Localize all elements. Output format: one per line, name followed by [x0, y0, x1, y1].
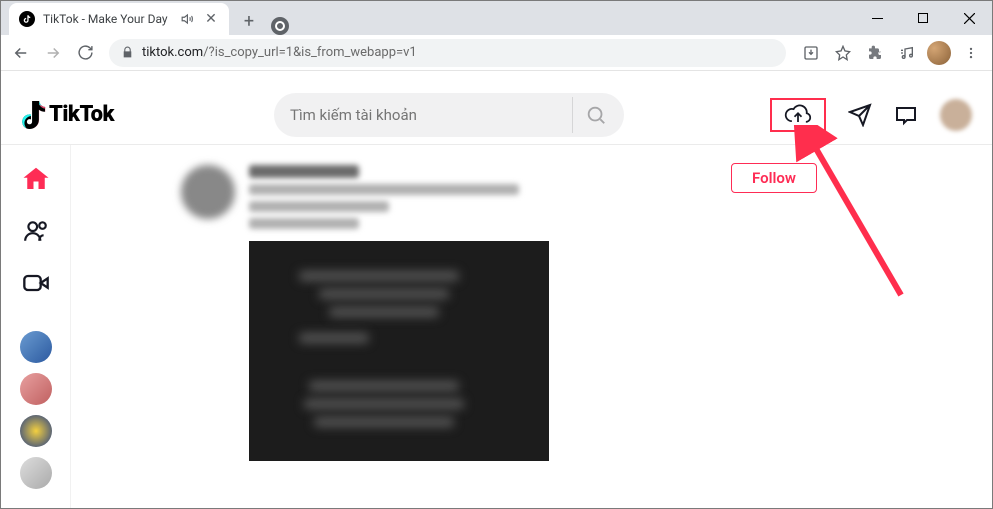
install-icon[interactable] [796, 39, 826, 67]
maximize-button[interactable] [900, 1, 946, 35]
lock-icon [121, 46, 134, 59]
sidebar-account-avatar[interactable] [20, 457, 52, 489]
post-sound-blurred [249, 218, 359, 229]
browser-toolbar: tiktok.com/?is_copy_url=1&is_from_webapp… [1, 35, 992, 71]
sidebar-following-icon[interactable] [20, 215, 52, 247]
profile-avatar[interactable] [940, 99, 972, 131]
feed-post [181, 165, 952, 461]
back-button[interactable] [7, 39, 35, 67]
follow-button[interactable]: Follow [731, 163, 817, 193]
inbox-icon[interactable] [894, 103, 918, 127]
tab-favicon [19, 11, 35, 27]
new-tab-button[interactable]: + [235, 7, 263, 35]
browser-profile-avatar[interactable] [924, 39, 954, 67]
logo-text: TikTok [49, 102, 114, 127]
media-controls-icon[interactable] [892, 39, 922, 67]
tab-title: TikTok - Make Your Day [43, 12, 173, 26]
browser-tab[interactable]: TikTok - Make Your Day ✕ [9, 3, 229, 35]
extensions-icon[interactable] [860, 39, 890, 67]
tiktok-logo[interactable]: TikTok [21, 101, 114, 129]
address-bar[interactable]: tiktok.com/?is_copy_url=1&is_from_webapp… [109, 39, 786, 67]
upload-cloud-icon[interactable] [784, 104, 812, 126]
search-bar [274, 93, 624, 137]
bookmark-icon[interactable] [828, 39, 858, 67]
forward-button[interactable] [39, 39, 67, 67]
close-window-button[interactable] [946, 1, 992, 35]
tab-audio-icon[interactable] [181, 12, 195, 26]
profile-indicator[interactable] [263, 17, 297, 35]
post-username-blurred [249, 165, 359, 178]
url-text: tiktok.com/?is_copy_url=1&is_from_webapp… [142, 45, 417, 60]
tiktok-header: TikTok [1, 85, 992, 145]
tab-close-icon[interactable]: ✕ [203, 11, 219, 27]
send-icon[interactable] [848, 103, 872, 127]
browser-tabstrip: TikTok - Make Your Day ✕ + [1, 1, 992, 35]
post-caption-blurred [249, 184, 519, 195]
sidebar-live-icon[interactable] [20, 267, 52, 299]
page-content: TikTok [1, 85, 992, 508]
post-avatar[interactable] [181, 165, 235, 219]
search-input[interactable] [290, 106, 572, 124]
reload-button[interactable] [71, 39, 99, 67]
sidebar-home-icon[interactable] [20, 163, 52, 195]
sidebar-account-avatar[interactable] [20, 373, 52, 405]
post-caption-blurred [249, 201, 389, 212]
sidebar-account-avatar[interactable] [20, 331, 52, 363]
post-video-placeholder[interactable] [249, 241, 549, 461]
search-button[interactable] [572, 97, 618, 133]
browser-menu-icon[interactable] [956, 39, 986, 67]
sidebar-account-avatar[interactable] [20, 415, 52, 447]
minimize-button[interactable] [854, 1, 900, 35]
feed: Follow [71, 145, 992, 508]
window-controls [854, 1, 992, 35]
sidebar [1, 145, 71, 508]
upload-button-highlight [770, 98, 826, 132]
